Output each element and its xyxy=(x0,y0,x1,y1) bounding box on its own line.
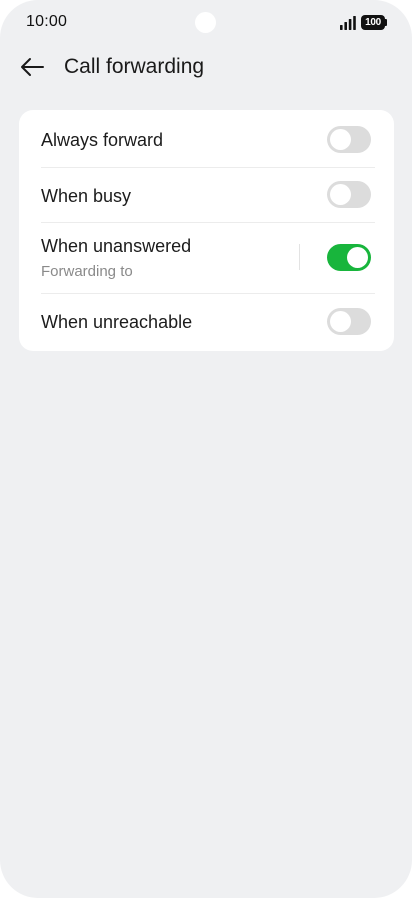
setting-label: When unanswered xyxy=(41,236,192,256)
toggle-knob xyxy=(347,247,368,268)
camera-cutout xyxy=(195,12,216,33)
setting-row-always-forward[interactable]: Always forward xyxy=(19,110,394,167)
back-arrow-icon xyxy=(21,58,44,76)
settings-card: Always forward When busy When unanswered… xyxy=(19,110,394,351)
toggle-when-unreachable[interactable] xyxy=(327,308,371,335)
toggle-knob xyxy=(330,311,351,332)
battery-level: 100 xyxy=(361,15,385,30)
setting-sublabel: Forwarding to xyxy=(41,263,133,280)
setting-label: When busy xyxy=(41,186,132,206)
toggle-knob xyxy=(330,129,351,150)
setting-row-when-unreachable[interactable]: When unreachable xyxy=(19,294,394,351)
battery-icon: 100 xyxy=(361,15,388,30)
toggle-when-unanswered[interactable] xyxy=(327,244,371,271)
screen: 10:00 100 Call forwarding Always forward xyxy=(0,0,412,898)
back-button[interactable] xyxy=(14,52,50,82)
app-bar: Call forwarding xyxy=(0,46,412,90)
signal-bars-icon xyxy=(340,16,356,30)
toggle-knob xyxy=(330,184,351,205)
setting-row-when-unanswered[interactable]: When unanswered Forwarding to xyxy=(19,223,394,293)
battery-tip xyxy=(385,19,387,26)
status-time: 10:00 xyxy=(26,13,68,30)
page-title: Call forwarding xyxy=(64,55,205,78)
setting-row-when-busy[interactable]: When busy xyxy=(19,168,394,222)
setting-label: When unreachable xyxy=(41,312,193,332)
toggle-when-busy[interactable] xyxy=(327,181,371,208)
vertical-divider xyxy=(299,244,300,270)
status-bar: 10:00 100 xyxy=(0,0,412,46)
toggle-always-forward[interactable] xyxy=(327,126,371,153)
setting-label: Always forward xyxy=(41,130,164,150)
